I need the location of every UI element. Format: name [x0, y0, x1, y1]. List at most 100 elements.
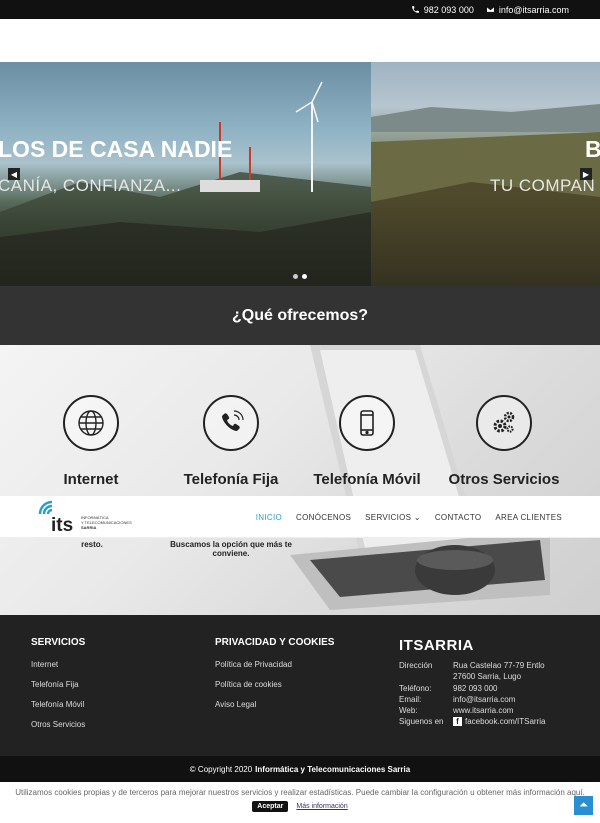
svg-text:its: its: [51, 515, 73, 534]
cookie-more-info-link[interactable]: Más información: [296, 803, 347, 810]
chevron-right-icon: ▶: [582, 169, 590, 179]
footer-email-label: Email:: [399, 695, 422, 704]
logo-line-2: Y TELECOMUNICACIONES: [81, 519, 132, 525]
footer-link-aviso-legal[interactable]: Aviso Legal: [215, 700, 334, 709]
slide1-title: LOS DE CASA NADIE: [0, 136, 233, 162]
offer-band: ¿Qué ofrecemos?: [0, 286, 600, 345]
service-telefonia-movil-circle: [339, 395, 395, 451]
service-telefonia-movil-label: Telefonía Móvil: [313, 471, 421, 488]
slide-valley: [371, 62, 600, 286]
double-chevron-up-icon: ⏶: [579, 799, 588, 811]
envelope-icon: [486, 6, 495, 13]
slider-dot-1[interactable]: [293, 274, 298, 279]
top-phone[interactable]: 982 093 000: [411, 5, 474, 15]
its-logo-mark: its: [38, 500, 78, 536]
nav-contacto[interactable]: CONTACTO: [435, 513, 482, 522]
service-telefonia-fija[interactable]: Telefonía Fija: [161, 395, 301, 488]
footer-email-row: Email: info@itsarria.com: [399, 694, 545, 705]
footer-facebook-text: facebook.com/ITSarria: [465, 717, 546, 726]
footer-col-itsarria: ITSARRIA Dirección Rua Castelao 77-79 En…: [399, 637, 545, 727]
service-internet-text: resto.: [81, 540, 103, 549]
phone-icon: [411, 6, 419, 13]
footer-servicios-heading: SERVICIOS: [31, 637, 86, 648]
footer-web-row: Web: www.itsarria.com: [399, 705, 545, 716]
footer-link-telefonia-movil[interactable]: Telefonía Móvil: [31, 700, 85, 709]
logo-text: INFORMÁTICA Y TELECOMUNICACIONES SARRIA: [81, 515, 132, 530]
top-phone-text: 982 093 000: [423, 4, 474, 15]
footer-link-otros-servicios[interactable]: Otros Servicios: [31, 720, 85, 729]
services-section: Internet Telefonía Fija Telefonía Móvil …: [0, 345, 600, 615]
copyright-prefix: © Copyright 2020: [189, 764, 253, 774]
copyright-company: Informática y Telecomunicaciones Sarria: [255, 764, 411, 774]
cookie-text: Utilizamos cookies propias y de terceros…: [15, 788, 585, 797]
footer-web[interactable]: www.itsarria.com: [453, 705, 513, 716]
footer-link-internet[interactable]: Internet: [31, 660, 85, 669]
footer-address-row: Dirección Rua Castelao 77-79 Entlo: [399, 660, 545, 671]
slide1-subtitle: CANÍA, CONFIANZA...: [0, 176, 182, 195]
logo-line-3: SARRIA: [81, 524, 97, 530]
offer-title: ¿Qué ofrecemos?: [231, 306, 369, 324]
footer-address-label: Dirección: [399, 661, 433, 670]
footer-facebook-link[interactable]: f facebook.com/ITSarria: [453, 716, 545, 727]
footer-social-label: Siguenos en: [399, 717, 444, 726]
slider-prev-button[interactable]: ◀: [8, 168, 20, 180]
footer-phone-label: Teléfono:: [399, 684, 432, 693]
nav-conocenos[interactable]: CONÓCENOS: [296, 513, 351, 522]
slider-dots: [293, 274, 307, 279]
service-otros-servicios-label: Otros Servicios: [448, 471, 560, 488]
footer: SERVICIOS Internet Telefonía Fija Telefo…: [0, 615, 600, 756]
service-telefonia-fija-text: Buscamos la opción que más te conviene.: [170, 540, 292, 558]
footer-phone[interactable]: 982 093 000: [453, 683, 498, 694]
footer-brand: ITSARRIA: [399, 637, 474, 654]
footer-social-row: Siguenos en f facebook.com/ITSarria: [399, 716, 545, 727]
footer-link-politica-privacidad[interactable]: Política de Privacidad: [215, 660, 334, 669]
top-email-text: info@itsarria.com: [498, 4, 569, 15]
slide2-shade: [371, 196, 600, 286]
nav-area-clientes[interactable]: AREA CLIENTES: [495, 513, 562, 522]
scroll-to-top-button[interactable]: ⏶: [574, 796, 593, 815]
site-logo[interactable]: its INFORMÁTICA Y TELECOMUNICACIONES SAR…: [38, 500, 132, 536]
slider-dot-2[interactable]: [302, 274, 307, 279]
footer-col-servicios: SERVICIOS Internet Telefonía Fija Telefo…: [31, 637, 85, 740]
footer-col-privacidad: PRIVACIDAD Y COOKIES Política de Privaci…: [215, 637, 334, 720]
nav-servicios[interactable]: SERVICIOS ⌄: [365, 513, 421, 522]
gears-icon: [493, 411, 515, 433]
service-internet-label: Internet: [63, 471, 119, 488]
service-telefonia-fija-label: Telefonía Fija: [183, 471, 279, 488]
service-telefonia-fija-circle: [203, 395, 259, 451]
footer-address-line1: Rua Castelao 77-79 Entlo: [453, 661, 545, 670]
slide1-shade: [0, 196, 371, 286]
hero-slider: LOS DE CASA NADIE CANÍA, CONFIANZA... B …: [0, 62, 600, 286]
nav-servicios-label: SERVICIOS: [365, 513, 412, 522]
globe-icon: [78, 410, 104, 436]
cookie-accept-button[interactable]: Aceptar: [252, 801, 289, 812]
service-internet-circle: [63, 395, 119, 451]
cookie-banner: Utilizamos cookies propias y de terceros…: [0, 782, 600, 823]
main-nav: INICIO CONÓCENOS SERVICIOS ⌄ CONTACTO AR…: [256, 513, 562, 522]
footer-phone-row: Teléfono: 982 093 000: [399, 683, 545, 694]
footer-email[interactable]: info@itsarria.com: [453, 694, 515, 705]
footer-link-politica-cookies[interactable]: Política de cookies: [215, 680, 334, 689]
footer-link-telefonia-fija[interactable]: Telefonía Fija: [31, 680, 85, 689]
nav-inicio[interactable]: INICIO: [256, 513, 282, 522]
service-otros-servicios[interactable]: Otros Servicios: [434, 395, 574, 488]
facebook-icon: f: [453, 717, 462, 726]
wifi-logo-icon: its: [38, 500, 73, 536]
service-otros-circle: [476, 395, 532, 451]
phone-icon: [222, 410, 244, 431]
footer-address-row-2: 27600 Sarria, Lugo: [399, 671, 545, 682]
top-email[interactable]: info@itsarria.com: [486, 5, 569, 15]
slide2-title: B: [585, 136, 600, 162]
service-telefonia-movil[interactable]: Telefonía Móvil: [297, 395, 437, 488]
footer-address-line2: 27600 Sarria, Lugo: [453, 672, 522, 681]
chevron-down-icon: ⌄: [413, 513, 421, 522]
main-navbar: its INFORMÁTICA Y TELECOMUNICACIONES SAR…: [0, 496, 600, 538]
mobile-icon: [360, 410, 374, 436]
top-contact-bar: 982 093 000 info@itsarria.com: [0, 0, 600, 19]
cookie-actions: Aceptar Más información: [0, 801, 600, 812]
chevron-left-icon: ◀: [10, 169, 18, 179]
slider-next-button[interactable]: ▶: [580, 168, 592, 180]
service-internet[interactable]: Internet: [21, 395, 161, 488]
slide-wind-turbines: [0, 62, 371, 286]
copyright-bar: © Copyright 2020 Informática y Telecomun…: [0, 756, 600, 782]
